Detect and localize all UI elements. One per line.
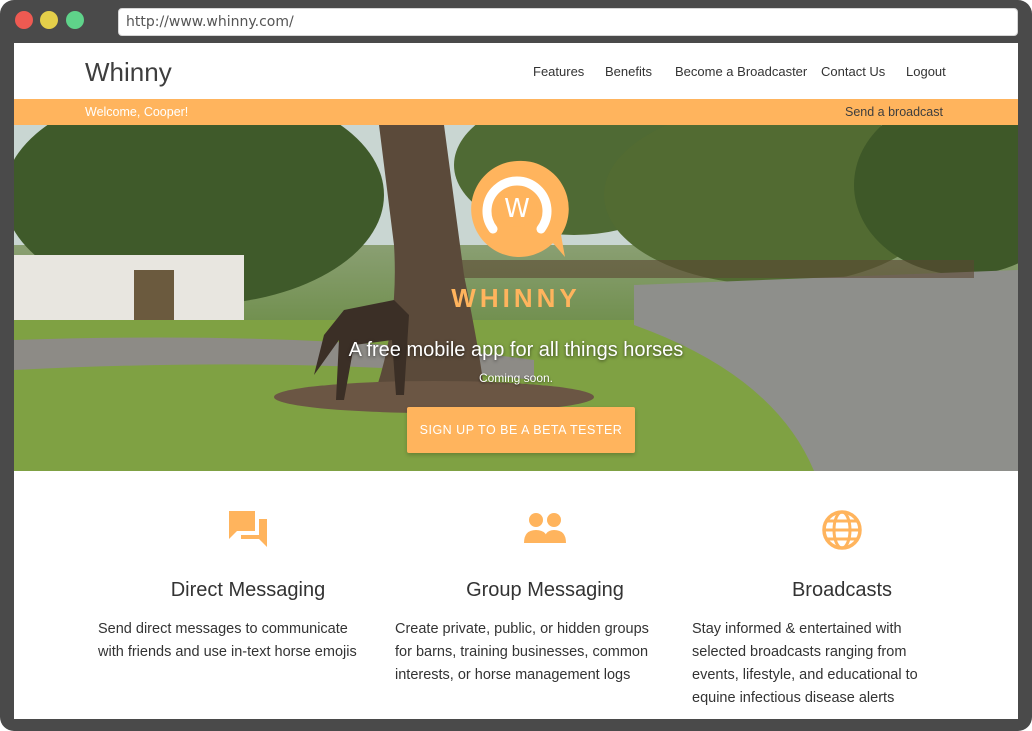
hero-section: W WHINNY A free mobile app for all thing… [14,125,1018,471]
globe-icon [822,510,862,550]
minimize-window-button[interactable] [40,11,58,29]
feature-title: Broadcasts [791,579,893,601]
browser-window: http://www.whinny.com/ Whinny Features B… [0,0,1032,731]
send-broadcast-link[interactable]: Send a broadcast [845,105,943,119]
feature-description: Send direct messages to communicate with… [98,621,357,660]
whinny-logo-icon: W [471,160,569,257]
nav-logout[interactable]: Logout [906,64,946,79]
page-viewport: Whinny Features Benefits Become a Broadc… [14,43,1018,719]
address-bar[interactable]: http://www.whinny.com/ [118,8,1018,36]
nav-benefits[interactable]: Benefits [605,64,652,79]
svg-text:W: W [504,194,530,224]
feature-title: Group Messaging [466,579,624,601]
hero-tagline: A free mobile app for all things horses [348,339,684,361]
hero-brand-wordmark: WHINNY [451,283,581,313]
feature-broadcasts: Broadcasts Stay informed & entertained w… [692,471,992,719]
nav-features[interactable]: Features [533,64,584,79]
beta-signup-button[interactable]: SIGN UP TO BE A BETA TESTER [407,407,635,453]
feature-description: Create private, public, or hidden groups… [395,621,649,683]
nav-become-broadcaster[interactable]: Become a Broadcaster [675,64,807,79]
chat-bubbles-icon [229,511,267,547]
nav-contact-us[interactable]: Contact Us [821,64,885,79]
welcome-bar: Welcome, Cooper! Send a broadcast [14,99,1018,125]
feature-direct-messaging: Direct Messaging Send direct messages to… [98,471,398,719]
brand-logo-text[interactable]: Whinny [85,57,172,88]
site-header: Whinny Features Benefits Become a Broadc… [14,43,1018,99]
maximize-window-button[interactable] [66,11,84,29]
feature-title: Direct Messaging [170,579,326,601]
coming-soon-text: Coming soon. [478,371,554,385]
feature-description: Stay informed & entertained with selecte… [692,621,918,706]
welcome-greeting: Welcome, Cooper! [85,105,189,119]
close-window-button[interactable] [15,11,33,29]
feature-group-messaging: Group Messaging Create private, public, … [395,471,695,719]
group-icon [524,513,566,543]
